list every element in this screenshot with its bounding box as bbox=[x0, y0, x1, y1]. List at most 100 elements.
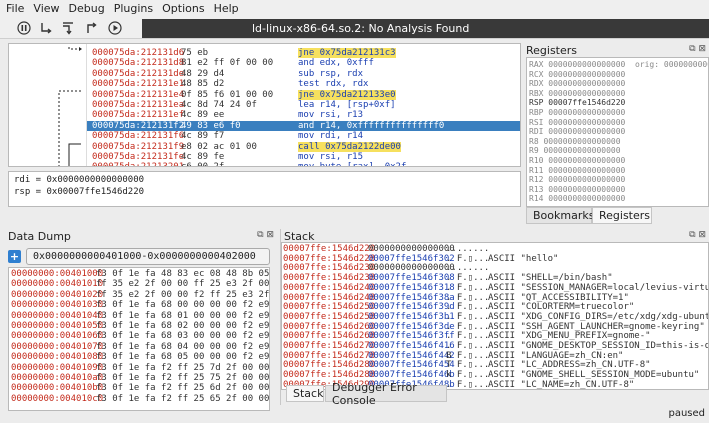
stack-panel: Stack ⧉ ⊠ 00007ffe:1546d220 0000000000000… bbox=[281, 229, 709, 390]
register-name: RBX bbox=[529, 88, 544, 98]
window-title: ld-linux-x86-64.so.2: No Analysis Found bbox=[142, 19, 709, 38]
disasm-address: 000075da:212131f6 bbox=[92, 131, 185, 142]
menu-plugins[interactable]: Plugins bbox=[114, 2, 153, 15]
disasm-row[interactable]: 000075da:212131f9 e8 02 ac 01 00 call 0x75… bbox=[87, 141, 520, 152]
stack-title: Stack bbox=[284, 229, 315, 243]
step-into-icon[interactable] bbox=[60, 20, 76, 36]
disasm-bytes: 75 eb bbox=[181, 48, 209, 58]
menu-help[interactable]: Help bbox=[214, 2, 239, 15]
hex-address: 00000000:00401080 bbox=[11, 352, 104, 363]
hex-bytes: f3 0f 1e fa 68 03 00 00 00 f2 e9 b1 bbox=[96, 331, 270, 342]
disasm-bytes: 4c 8d 74 24 0f bbox=[181, 100, 257, 110]
register-value: 0000000000000000 bbox=[548, 79, 626, 89]
hex-address: 00000000:00401090 bbox=[11, 362, 104, 373]
tab-bookmarks[interactable]: Bookmarks bbox=[526, 207, 594, 224]
disasm-bytes: 4c 89 f7 bbox=[181, 131, 225, 142]
hex-bytes: f3 0f 1e fa 68 04 00 00 00 f2 e9 a1 bbox=[96, 341, 270, 352]
disassembly-view[interactable]: 000075da:212131d6 75 eb jne 0x75da212131c3… bbox=[8, 43, 521, 167]
menu-file[interactable]: File bbox=[6, 2, 24, 15]
register-name: R13 bbox=[529, 184, 544, 194]
stack-list[interactable]: 00007ffe:1546d220 0000000000000000.......… bbox=[281, 242, 709, 390]
register-row[interactable]: R11 0000000000000000 bbox=[529, 166, 706, 176]
menu-view[interactable]: View bbox=[33, 2, 59, 15]
register-value: 0000000000000000 bbox=[548, 127, 626, 137]
register-row[interactable]: RDX 0000000000000000 bbox=[529, 79, 706, 89]
disasm-row[interactable]: 000075da:21213201c6 00 2f mov byte [rax],… bbox=[87, 162, 520, 166]
disasm-row[interactable]: 000075da:212131d8 81 e2 ff 0f 00 00 and ed… bbox=[87, 58, 520, 68]
register-row[interactable]: R14 0000000000000000 bbox=[529, 194, 706, 204]
hex-dump-list[interactable]: 00000000:00401000 f3 0f 1e fa 48 83 ec 08… bbox=[8, 267, 270, 411]
disasm-row[interactable]: 000075da:212131e4 0f 85 f6 01 00 00 jne 0x… bbox=[87, 89, 520, 100]
register-value: 0000000000000000 bbox=[543, 136, 621, 146]
register-name: R11 bbox=[529, 165, 544, 175]
disasm-row[interactable]: 000075da:212131f2 49 83 e6 f0 and r14, 0xf… bbox=[87, 120, 520, 132]
hex-bytes: f3 0f 1e fa 48 83 ec 08 48 8b 05 e9 bbox=[96, 269, 270, 279]
register-name: R8 bbox=[529, 136, 539, 146]
register-row[interactable]: RDI 0000000000000000 bbox=[529, 127, 706, 137]
hex-address: 00000000:00401050 bbox=[11, 321, 104, 331]
register-row[interactable]: RSP 00007ffe1546d220 bbox=[529, 98, 706, 108]
disasm-address: 000075da:212131e4 bbox=[92, 89, 185, 100]
pause-icon[interactable] bbox=[16, 20, 32, 36]
disasm-bytes: 4c 89 ee bbox=[181, 110, 225, 121]
registers-panel: Registers ⧉ ⊠ RAX 0000000000000000 orig:… bbox=[526, 43, 709, 207]
registers-title: Registers bbox=[526, 43, 578, 57]
register-row[interactable]: R10 0000000000000000 bbox=[529, 156, 706, 166]
hex-bytes: f3 0f 1e fa f2 ff 25 7d 2f 00 00 0f bbox=[96, 362, 270, 373]
panel-buttons[interactable]: ⧉ ⊠ bbox=[689, 44, 706, 54]
register-row[interactable]: R8 0000000000000000 bbox=[529, 137, 706, 147]
add-tab-icon[interactable]: + bbox=[8, 250, 21, 263]
disasm-row[interactable]: 000075da:212131f6 4c 89 f7 mov rdi, r14 bbox=[87, 131, 520, 142]
register-row[interactable]: R13 0000000000000000 bbox=[529, 185, 706, 195]
hex-bytes: f3 0f 1e fa 68 05 00 00 00 f2 e9 91 bbox=[96, 352, 270, 363]
region-combobox[interactable]: 0x0000000000401000-0x0000000000402000 bbox=[26, 248, 270, 265]
disasm-row[interactable]: 000075da:212131de 48 29 d4 sub rsp, rdx bbox=[87, 68, 520, 79]
tab-registers[interactable]: Registers bbox=[592, 207, 652, 224]
register-row[interactable]: R12 0000000000000000 bbox=[529, 175, 706, 185]
disasm-row[interactable]: 000075da:212131e1 48 85 d2 test rdx, rdx bbox=[87, 79, 520, 89]
status-bar: paused bbox=[0, 405, 709, 423]
register-value: 0000000000000000 bbox=[548, 165, 626, 175]
disasm-row[interactable]: 000075da:212131d6 75 eb jne 0x75da212131c3 bbox=[87, 48, 520, 59]
register-name: R9 bbox=[529, 146, 539, 156]
tab-debugger-error-console[interactable]: Debugger Error Console bbox=[325, 381, 447, 407]
disasm-address: 000075da:212131ef bbox=[92, 110, 185, 121]
panel-buttons[interactable]: ⧉ ⊠ bbox=[689, 230, 706, 240]
step-out-icon[interactable] bbox=[84, 20, 100, 36]
register-row[interactable]: R9 0000000000000000 bbox=[529, 146, 706, 156]
menu-options[interactable]: Options bbox=[162, 2, 204, 15]
register-row[interactable]: RAX 0000000000000000 orig: 000000000000 bbox=[529, 60, 708, 70]
data-dump-title: Data Dump bbox=[8, 229, 71, 243]
disasm-bytes: 49 83 e6 f0 bbox=[181, 120, 241, 131]
disasm-bytes: 48 29 d4 bbox=[181, 68, 225, 79]
hex-address: 00000000:00401040 bbox=[11, 310, 104, 321]
register-row[interactable]: RBX 0000000000000000 bbox=[529, 89, 706, 99]
register-name: RDX bbox=[529, 79, 544, 89]
panel-buttons[interactable]: ⧉ ⊠ bbox=[257, 230, 274, 240]
register-name: RCX bbox=[529, 69, 544, 79]
step-over-icon[interactable] bbox=[38, 20, 54, 36]
disasm-row[interactable]: 000075da:212131fe 4c 89 fe mov rsi, r15 bbox=[87, 152, 520, 162]
hex-address: 00000000:004010b0 bbox=[11, 383, 104, 394]
register-name: RSI bbox=[529, 117, 544, 127]
menu-debug[interactable]: Debug bbox=[69, 2, 105, 15]
register-list[interactable]: RAX 0000000000000000 orig: 000000000000R… bbox=[526, 57, 709, 207]
register-row[interactable]: RBP 0000000000000000 bbox=[529, 108, 706, 118]
disasm-row[interactable]: 000075da:212131ea 4c 8d 74 24 0f lea r14, … bbox=[87, 100, 520, 110]
bottom-tabs: Stack Debugger Error Console bbox=[281, 381, 709, 407]
hex-bytes: f3 0f 1e fa f2 ff 25 65 2f 00 00 0f bbox=[96, 393, 270, 404]
register-value: 0000000000000000 bbox=[548, 107, 626, 117]
register-name: RBP bbox=[529, 107, 544, 117]
tab-stack[interactable]: Stack bbox=[286, 385, 324, 402]
rsp-info: rsp = 0x00007ffe1546d220 bbox=[14, 187, 145, 197]
run-icon[interactable] bbox=[107, 20, 123, 36]
register-value: 0000000000000000 bbox=[548, 155, 626, 165]
register-value: 0000000000000000 bbox=[548, 69, 626, 79]
register-row[interactable]: RSI 0000000000000000 bbox=[529, 118, 706, 128]
register-row[interactable]: RCX 0000000000000000 bbox=[529, 70, 706, 80]
right-tabs: Bookmarks Registers bbox=[526, 207, 709, 224]
disasm-instruction: sub rsp, rdx bbox=[298, 68, 364, 79]
disasm-instruction: jne 0x75da212131c3 bbox=[298, 48, 396, 59]
disasm-row[interactable]: 000075da:212131ef 4c 89 ee mov rsi, r13 bbox=[87, 110, 520, 121]
register-name: RDI bbox=[529, 127, 544, 137]
